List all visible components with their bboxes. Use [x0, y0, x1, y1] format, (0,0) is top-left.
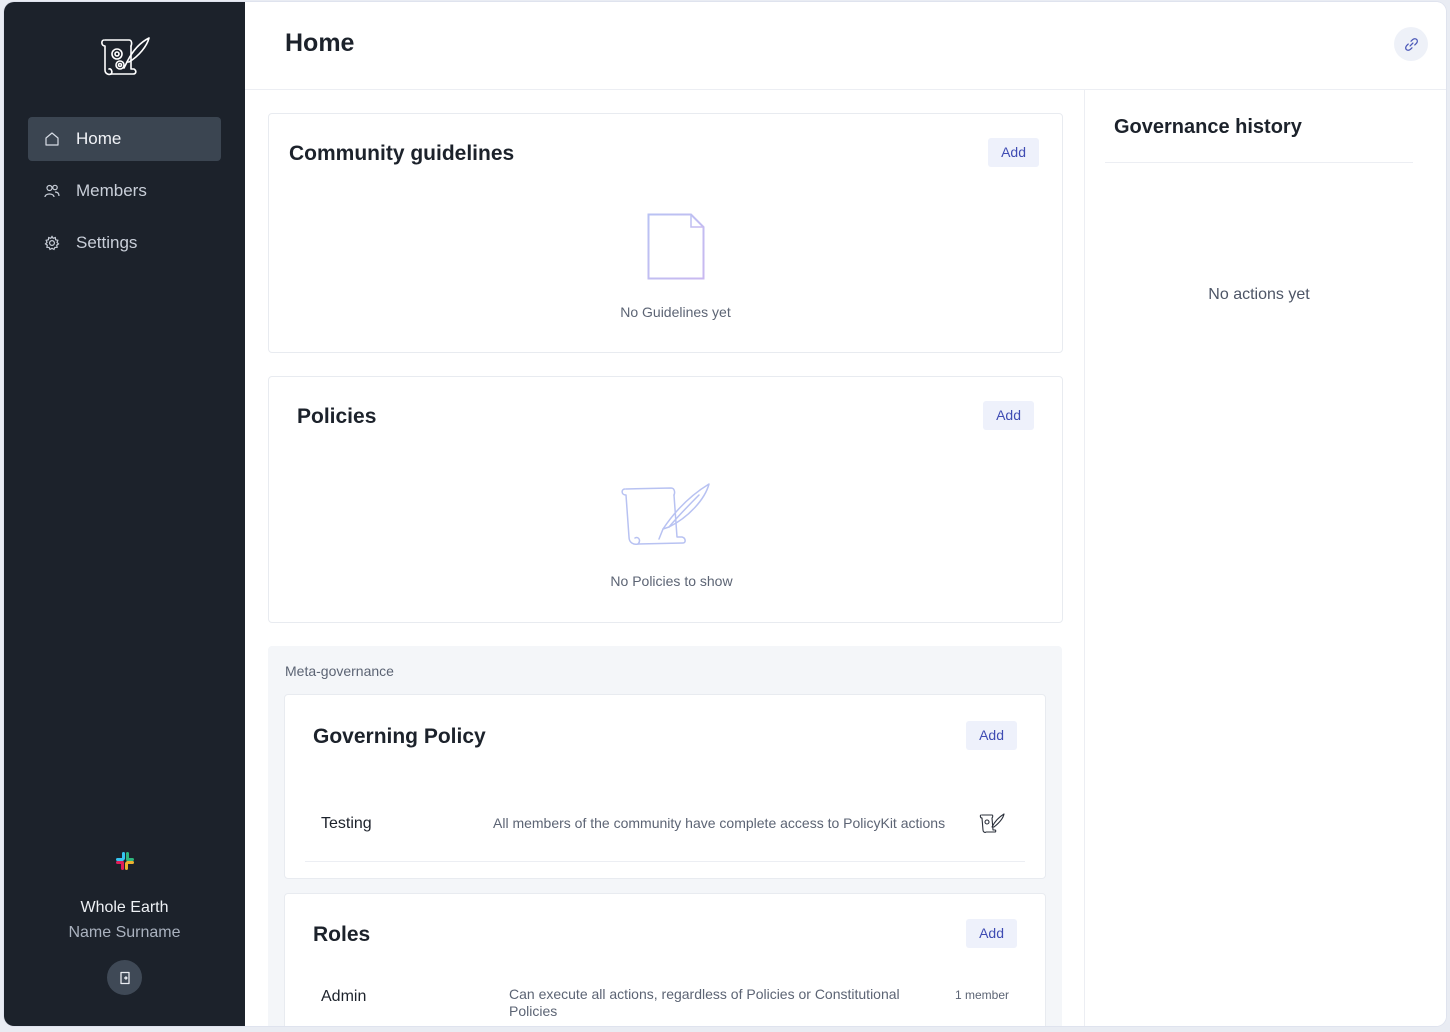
sidebar-nav: Home Members Settings [28, 117, 221, 273]
sidebar-item-settings[interactable]: Settings [28, 221, 221, 265]
user-name: Name Surname [68, 924, 181, 941]
list-icon [1226, 196, 1292, 256]
add-governing-policy-button[interactable]: Add [966, 721, 1017, 750]
sidebar-item-members[interactable]: Members [28, 169, 221, 213]
logout-button[interactable] [107, 960, 142, 995]
add-role-button[interactable]: Add [966, 919, 1017, 948]
page-header: Home [245, 2, 1446, 90]
settings-icon [44, 235, 60, 251]
page-title: Home [285, 29, 355, 57]
document-icon [647, 213, 705, 280]
meta-governance-label: Meta-governance [285, 663, 394, 679]
add-guideline-button[interactable]: Add [988, 138, 1039, 167]
roles-card: Roles Add Admin Can execute all actions,… [284, 893, 1046, 1026]
table-row[interactable]: Admin Can execute all actions, regardles… [305, 976, 1025, 1026]
logout-icon [119, 971, 130, 984]
governance-history-title: Governance history [1114, 116, 1302, 138]
role-name: Admin [321, 988, 367, 1005]
policies-empty-text: No Policies to show [610, 573, 733, 589]
workspace-name: Whole Earth [80, 899, 169, 916]
policies-card: Policies Add No Policies to show [268, 376, 1063, 623]
slack-icon [115, 851, 135, 871]
sidebar-item-home[interactable]: Home [28, 117, 221, 161]
policies-title: Policies [297, 405, 377, 428]
guidelines-empty-text: No Guidelines yet [620, 304, 731, 320]
community-guidelines-title: Community guidelines [289, 142, 515, 165]
sidebar-item-label: Members [76, 181, 147, 200]
copy-link-button[interactable] [1394, 27, 1428, 61]
policykit-icon [979, 812, 1005, 834]
policy-name: Testing [321, 815, 372, 832]
app-window: Home Members Settings Whole Earth Name S… [4, 2, 1446, 1026]
roles-title: Roles [313, 923, 371, 946]
role-description: Can execute all actions, regardless of P… [509, 986, 900, 1019]
add-policy-button[interactable]: Add [983, 401, 1034, 430]
scroll-quill-icon [619, 481, 711, 551]
members-icon [44, 183, 60, 199]
role-member-count: 1 member [954, 988, 1009, 1002]
policy-description: All members of the community have comple… [493, 815, 946, 831]
history-empty-text: No actions yet [1208, 286, 1310, 303]
policykit-logo-icon[interactable] [99, 32, 151, 78]
sidebar: Home Members Settings Whole Earth Name S… [4, 2, 245, 1026]
meta-governance-section: Meta-governance Governing Policy Add Tes… [268, 646, 1062, 1026]
governance-history-panel: Governance history No actions yet [1084, 90, 1446, 1026]
home-icon [44, 131, 60, 147]
link-icon [1404, 37, 1418, 51]
sidebar-item-label: Settings [76, 233, 138, 252]
divider [1105, 162, 1413, 163]
governing-policy-card: Governing Policy Add Testing All members… [284, 694, 1046, 879]
table-row[interactable]: Testing All members of the community hav… [305, 790, 1025, 862]
governing-policy-title: Governing Policy [313, 725, 486, 748]
community-guidelines-card: Community guidelines Add No Guidelines y… [268, 113, 1063, 353]
sidebar-item-label: Home [76, 129, 122, 148]
